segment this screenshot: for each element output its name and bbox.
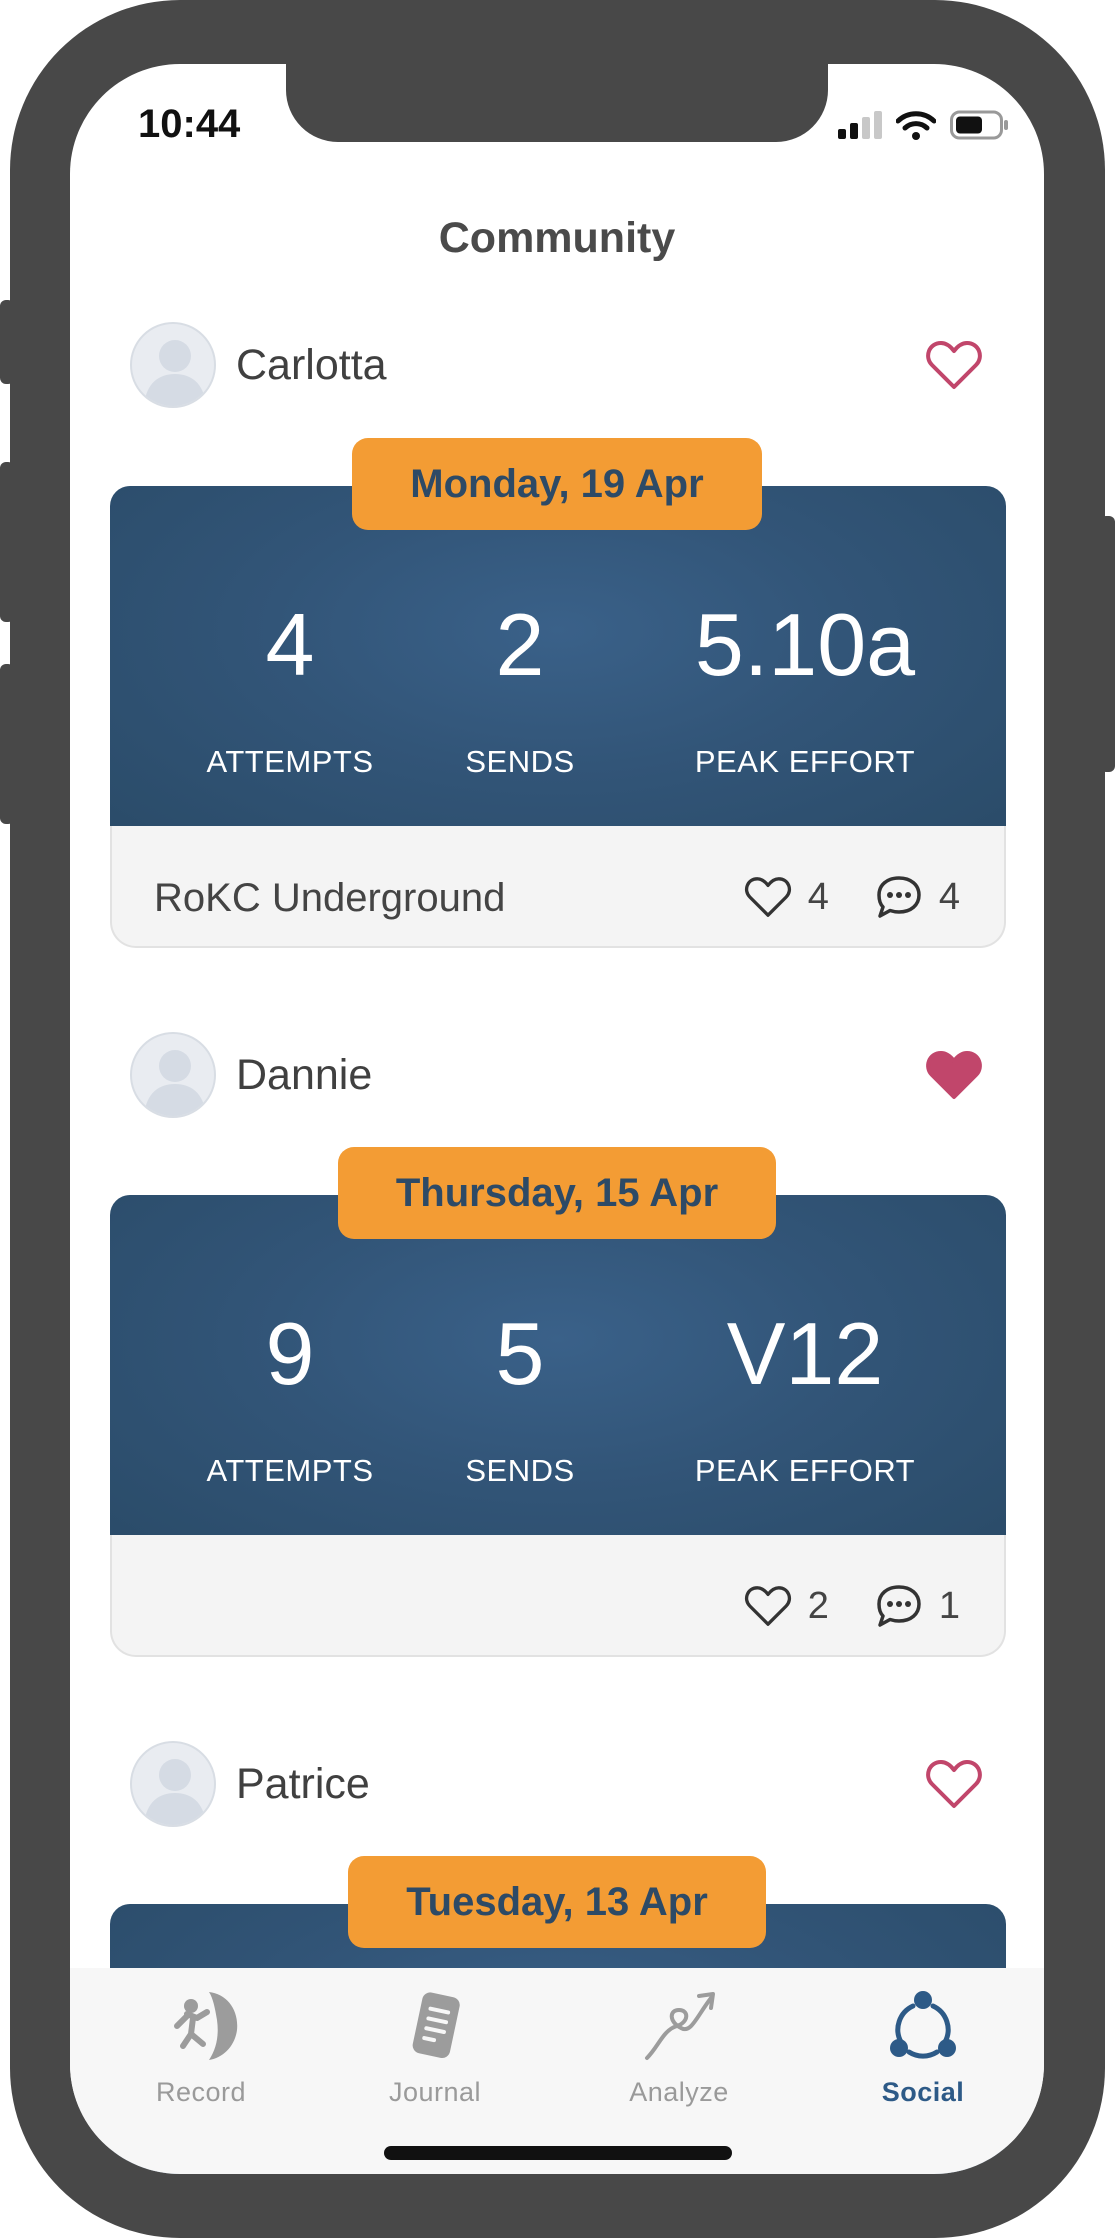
engagement-counts: 4 4 xyxy=(744,874,960,920)
avatar[interactable] xyxy=(130,322,216,408)
session-stats: 4 ATTEMPTS 2 SENDS 5.10a PEAK EFFORT Mon… xyxy=(110,438,1006,846)
tab-label: Journal xyxy=(388,2077,482,2107)
like-button[interactable] xyxy=(924,337,984,393)
mute-switch xyxy=(0,300,14,384)
social-icon xyxy=(890,1991,956,2059)
climber-icon xyxy=(174,1992,238,2060)
user-placeholder-icon xyxy=(144,1050,206,1116)
stat-sends: 5 SENDS xyxy=(430,1195,610,1555)
heart-filled-icon xyxy=(926,1051,982,1099)
date-badge: Tuesday, 13 Apr xyxy=(348,1856,766,1948)
like-count: 2 xyxy=(807,1584,829,1627)
notch xyxy=(286,64,828,142)
stat-sends: 2 SENDS xyxy=(430,486,610,846)
comment-count: 1 xyxy=(938,1584,960,1627)
user-name[interactable]: Patrice xyxy=(236,1760,370,1809)
stat-attempts: 4 ATTEMPTS xyxy=(170,486,410,846)
stat-value: 5 xyxy=(495,1304,545,1403)
home-indicator[interactable] xyxy=(384,2146,732,2160)
stat-attempts: 9 ATTEMPTS xyxy=(170,1195,410,1555)
stat-value: 5.10a xyxy=(694,595,916,694)
card-footer: RoKC Underground 4 4 xyxy=(110,826,1006,948)
tab-label: Analyze xyxy=(629,2077,729,2107)
user-name[interactable]: Dannie xyxy=(236,1051,372,1100)
tab-social[interactable]: Social xyxy=(843,1986,1003,2108)
like-count: 4 xyxy=(807,875,829,918)
avatar[interactable] xyxy=(130,1741,216,1827)
status-time: 10:44 xyxy=(138,102,241,146)
signal-icon xyxy=(838,111,882,139)
post-header: Patrice xyxy=(130,1739,984,1829)
date-badge: Thursday, 15 Apr xyxy=(338,1147,776,1239)
analyze-icon xyxy=(645,1992,715,2060)
volume-up-button xyxy=(0,462,14,622)
comment-icon[interactable] xyxy=(875,1583,923,1629)
user-name[interactable]: Carlotta xyxy=(236,341,387,390)
status-icons xyxy=(838,110,1010,140)
post-header: Carlotta xyxy=(130,320,984,410)
heart-outline-icon xyxy=(926,1760,982,1808)
stat-value: 2 xyxy=(495,595,545,694)
gym-name: RoKC Underground xyxy=(154,876,506,920)
engagement-counts: 2 1 xyxy=(744,1583,960,1629)
stat-label: PEAK EFFORT xyxy=(694,1453,916,1488)
card-footer: 2 1 xyxy=(110,1535,1006,1657)
heart-outline-icon xyxy=(926,341,982,389)
stat-value: 9 xyxy=(265,1304,315,1403)
avatar[interactable] xyxy=(130,1032,216,1118)
battery-icon xyxy=(950,110,1008,140)
stat-label: ATTEMPTS xyxy=(206,744,374,779)
stat-peak-effort: V12 PEAK EFFORT xyxy=(670,1195,940,1555)
volume-down-button xyxy=(0,664,14,824)
like-button[interactable] xyxy=(924,1756,984,1812)
tab-record[interactable]: Record xyxy=(121,1986,281,2108)
user-placeholder-icon xyxy=(144,340,206,406)
tab-analyze[interactable]: Analyze xyxy=(599,1986,759,2108)
heart-outline-icon[interactable] xyxy=(744,1584,792,1628)
page-title: Community xyxy=(438,214,676,262)
post-header: Dannie xyxy=(130,1030,984,1120)
session-card[interactable]: 4 ATTEMPTS 2 SENDS 5.10a PEAK EFFORT Mon… xyxy=(110,438,1006,948)
comment-icon[interactable] xyxy=(875,874,923,920)
heart-outline-icon[interactable] xyxy=(744,875,792,919)
date-badge: Monday, 19 Apr xyxy=(352,438,762,530)
tab-bar: Record Journal Analyze Social xyxy=(70,1968,1044,2174)
stat-value: V12 xyxy=(726,1304,884,1403)
journal-icon xyxy=(412,1992,460,2059)
tab-journal[interactable]: Journal xyxy=(355,1986,515,2108)
comment-count: 4 xyxy=(938,875,960,918)
stat-label: ATTEMPTS xyxy=(206,1453,374,1488)
tab-label: Record xyxy=(155,2077,247,2107)
stat-label: PEAK EFFORT xyxy=(694,744,916,779)
session-stats: 9 ATTEMPTS 5 SENDS V12 PEAK EFFORT Thurs… xyxy=(110,1147,1006,1555)
tab-label: Social xyxy=(881,2077,965,2107)
stat-label: SENDS xyxy=(465,744,575,779)
stat-peak-effort: 5.10a PEAK EFFORT xyxy=(670,486,940,846)
like-button[interactable] xyxy=(924,1047,984,1103)
user-placeholder-icon xyxy=(144,1759,206,1825)
session-card[interactable]: 9 ATTEMPTS 5 SENDS V12 PEAK EFFORT Thurs… xyxy=(110,1147,1006,1657)
wifi-icon xyxy=(896,111,936,140)
stat-label: SENDS xyxy=(465,1453,575,1488)
power-button xyxy=(1100,516,1115,772)
stat-value: 4 xyxy=(265,595,315,694)
phone-screen: 10:44 Community Carlotta 4 ATTEMPTS 2 SE… xyxy=(70,64,1044,2174)
